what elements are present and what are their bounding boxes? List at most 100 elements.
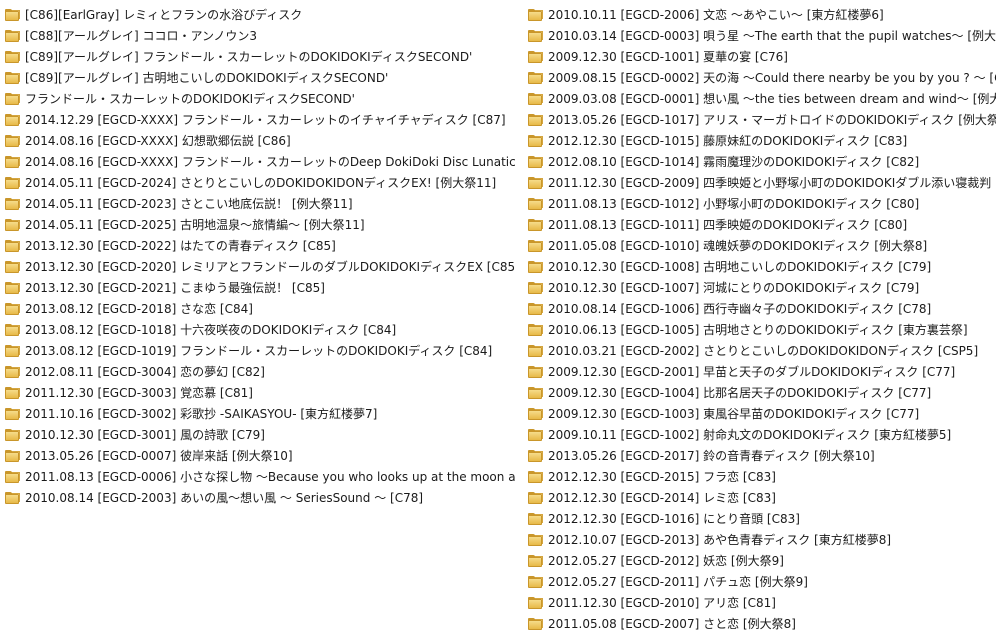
folder-name: 2013.12.30 [EGCD-2022] はたての青春ディスク [C85] [25,239,336,253]
folder-item[interactable]: 2011.12.30 [EGCD-2009] 四季映姫と小野塚小町のDOKIDO… [528,172,996,193]
folder-item[interactable]: 2012.05.27 [EGCD-2012] 妖恋 [例大祭9] [528,550,996,571]
folder-item[interactable]: 2010.08.14 [EGCD-2003] あいの風～想い風 ～ Series… [5,487,515,508]
folder-item[interactable]: 2014.05.11 [EGCD-2023] さとこい地底伝説！ [例大祭11] [5,193,515,214]
folder-icon [528,491,544,504]
folder-item[interactable]: 2010.06.13 [EGCD-1005] 古明地さとりのDOKIDOKIディ… [528,319,996,340]
folder-name: 2010.12.30 [EGCD-1008] 古明地こいしのDOKIDOKIディ… [548,260,932,274]
folder-name: 2010.12.30 [EGCD-3001] 風の詩歌 [C79] [25,428,265,442]
folder-item[interactable]: 2013.12.30 [EGCD-2020] レミリアとフランドールのダブルDO… [5,256,515,277]
folder-item[interactable]: フランドール・スカーレットのDOKIDOKIディスクSECOND' [5,88,515,109]
folder-name: 2009.10.11 [EGCD-1002] 射命丸文のDOKIDOKIディスク… [548,428,952,442]
folder-icon [528,470,544,483]
folder-name: 2012.08.11 [EGCD-3004] 恋の夢幻 [C82] [25,365,265,379]
folder-icon [5,491,21,504]
folder-item[interactable]: 2011.05.08 [EGCD-2007] さと恋 [例大祭8] [528,613,996,634]
folder-name: 2012.05.27 [EGCD-2011] パチュ恋 [例大祭9] [548,575,808,589]
folder-item[interactable]: 2010.12.30 [EGCD-1008] 古明地こいしのDOKIDOKIディ… [528,256,996,277]
folder-icon [5,365,21,378]
folder-item[interactable]: 2009.03.08 [EGCD-0001] 想い風 ～the ties bet… [528,88,996,109]
folder-item[interactable]: 2013.05.26 [EGCD-0007] 彼岸来話 [例大祭10] [5,445,515,466]
folder-name: 2009.12.30 [EGCD-2001] 早苗と天子のダブルDOKIDOKI… [548,365,956,379]
folder-item[interactable]: 2011.05.08 [EGCD-1010] 魂魄妖夢のDOKIDOKIディスク… [528,235,996,256]
folder-name: 2009.08.15 [EGCD-0002] 天の海 ～Could there … [548,71,996,85]
folder-item[interactable]: [C89][アールグレイ] フランドール・スカーレットのDOKIDOKIディスク… [5,46,515,67]
folder-item[interactable]: 2013.08.12 [EGCD-1018] 十六夜咲夜のDOKIDOKIディス… [5,319,515,340]
folder-name: 2011.10.16 [EGCD-3002] 彩歌抄 -SAIKASYOU- [… [25,407,378,421]
folder-name: 2010.08.14 [EGCD-2003] あいの風～想い風 ～ Series… [25,491,424,505]
folder-name: 2014.08.16 [EGCD-XXXX] 幻想歌郷伝説 [C86] [25,134,291,148]
folder-item[interactable]: 2009.08.15 [EGCD-0002] 天の海 ～Could there … [528,67,996,88]
folder-icon [5,428,21,441]
folder-icon [5,71,21,84]
folder-name: 2014.08.16 [EGCD-XXXX] フランドール・スカーレットのDee… [25,155,515,169]
folder-item[interactable]: 2014.08.16 [EGCD-XXXX] フランドール・スカーレットのDee… [5,151,515,172]
folder-name: フランドール・スカーレットのDOKIDOKIディスクSECOND' [25,92,355,106]
folder-item[interactable]: 2012.12.30 [EGCD-2014] レミ恋 [C83] [528,487,996,508]
folder-icon [5,218,21,231]
folder-item[interactable]: 2012.08.10 [EGCD-1014] 霧雨魔理沙のDOKIDOKIディス… [528,151,996,172]
folder-item[interactable]: 2011.08.13 [EGCD-0006] 小さな探し物 ～Because y… [5,466,515,487]
folder-icon [5,113,21,126]
folder-icon [528,575,544,588]
folder-name: 2013.12.30 [EGCD-2021] こまゆう最強伝説！ [C85] [25,281,325,295]
folder-item[interactable]: 2010.12.30 [EGCD-1007] 河城にとりのDOKIDOKIディス… [528,277,996,298]
folder-icon [528,512,544,525]
folder-item[interactable]: 2009.10.11 [EGCD-1002] 射命丸文のDOKIDOKIディスク… [528,424,996,445]
folder-item[interactable]: 2012.12.30 [EGCD-1015] 藤原妹紅のDOKIDOKIディスク… [528,130,996,151]
folder-item[interactable]: [C89][アールグレイ] 古明地こいしのDOKIDOKIディスクSECOND' [5,67,515,88]
folder-item[interactable]: 2013.05.26 [EGCD-2017] 鈴の音青春ディスク [例大祭10] [528,445,996,466]
folder-item[interactable]: 2009.12.30 [EGCD-1003] 東風谷早苗のDOKIDOKIディス… [528,403,996,424]
folder-item[interactable]: 2013.08.12 [EGCD-2018] さな恋 [C84] [5,298,515,319]
folder-item[interactable]: 2012.12.30 [EGCD-2015] フラ恋 [C83] [528,466,996,487]
folder-icon [528,617,544,630]
folder-item[interactable]: 2011.08.13 [EGCD-1011] 四季映姫のDOKIDOKIディスク… [528,214,996,235]
folder-item[interactable]: 2010.08.14 [EGCD-1006] 西行寺幽々子のDOKIDOKIディ… [528,298,996,319]
folder-name: 2013.05.26 [EGCD-1017] アリス・マーガトロイドのDOKID… [548,113,996,127]
folder-item[interactable]: 2012.12.30 [EGCD-1016] にとり音頭 [C83] [528,508,996,529]
folder-name: 2011.05.08 [EGCD-1010] 魂魄妖夢のDOKIDOKIディスク… [548,239,928,253]
folder-item[interactable]: 2010.12.30 [EGCD-3001] 風の詩歌 [C79] [5,424,515,445]
folder-item[interactable]: 2011.12.30 [EGCD-3003] 覚恋慕 [C81] [5,382,515,403]
folder-name: 2012.05.27 [EGCD-2012] 妖恋 [例大祭9] [548,554,784,568]
folder-item[interactable]: [C88][アールグレイ] ココロ・アンノウン3 [5,25,515,46]
folder-item[interactable]: 2013.05.26 [EGCD-1017] アリス・マーガトロイドのDOKID… [528,109,996,130]
folder-icon [528,449,544,462]
folder-icon [5,470,21,483]
folder-item[interactable]: 2012.10.07 [EGCD-2013] あや色青春ディスク [東方紅楼夢8… [528,529,996,550]
folder-icon [5,8,21,21]
folder-name: 2013.08.12 [EGCD-1019] フランドール・スカーレットのDOK… [25,344,493,358]
folder-item[interactable]: 2014.05.11 [EGCD-2025] 古明地温泉～旅情編～ [例大祭11… [5,214,515,235]
folder-item[interactable]: 2012.08.11 [EGCD-3004] 恋の夢幻 [C82] [5,361,515,382]
folder-icon [5,449,21,462]
folder-item[interactable]: 2014.08.16 [EGCD-XXXX] 幻想歌郷伝説 [C86] [5,130,515,151]
folder-item[interactable]: [C86][EarlGray] レミィとフランの水浴びディスク [5,4,515,25]
folder-name: 2011.12.30 [EGCD-3003] 覚恋慕 [C81] [25,386,253,400]
folder-item[interactable]: 2009.12.30 [EGCD-1001] 夏華の宴 [C76] [528,46,996,67]
folder-name: 2011.12.30 [EGCD-2009] 四季映姫と小野塚小町のDOKIDO… [548,176,996,190]
folder-item[interactable]: 2011.10.16 [EGCD-3002] 彩歌抄 -SAIKASYOU- [… [5,403,515,424]
folder-icon [528,71,544,84]
folder-item[interactable]: 2014.05.11 [EGCD-2024] さとりとこいしのDOKIDOKID… [5,172,515,193]
folder-name: 2010.12.30 [EGCD-1007] 河城にとりのDOKIDOKIディス… [548,281,920,295]
folder-item[interactable]: 2013.08.12 [EGCD-1019] フランドール・スカーレットのDOK… [5,340,515,361]
folder-item[interactable]: 2010.10.11 [EGCD-2006] 文恋 ～あやこい～ [東方紅楼夢6… [528,4,996,25]
folder-item[interactable]: 2013.12.30 [EGCD-2022] はたての青春ディスク [C85] [5,235,515,256]
folder-list-view: [C86][EarlGray] レミィとフランの水浴びディスク [C88][アール… [0,0,1000,639]
folder-icon [5,407,21,420]
folder-item[interactable]: 2009.12.30 [EGCD-2001] 早苗と天子のダブルDOKIDOKI… [528,361,996,382]
folder-name: 2010.03.21 [EGCD-2002] さとりとこいしのDOKIDOKID… [548,344,979,358]
folder-column-right: 2010.10.11 [EGCD-2006] 文恋 ～あやこい～ [東方紅楼夢6… [528,4,996,634]
folder-item[interactable]: 2010.03.21 [EGCD-2002] さとりとこいしのDOKIDOKID… [528,340,996,361]
folder-item[interactable]: 2012.05.27 [EGCD-2011] パチュ恋 [例大祭9] [528,571,996,592]
folder-icon [528,596,544,609]
folder-name: 2010.06.13 [EGCD-1005] 古明地さとりのDOKIDOKIディ… [548,323,968,337]
folder-item[interactable]: 2011.12.30 [EGCD-2010] アリ恋 [C81] [528,592,996,613]
folder-item[interactable]: 2011.08.13 [EGCD-1012] 小野塚小町のDOKIDOKIディス… [528,193,996,214]
folder-item[interactable]: 2013.12.30 [EGCD-2021] こまゆう最強伝説！ [C85] [5,277,515,298]
folder-item[interactable]: 2010.03.14 [EGCD-0003] 唄う星 ～The earth th… [528,25,996,46]
folder-item[interactable]: 2014.12.29 [EGCD-XXXX] フランドール・スカーレットのイチャ… [5,109,515,130]
folder-name: [C89][アールグレイ] 古明地こいしのDOKIDOKIディスクSECOND' [25,71,389,85]
folder-name: 2014.05.11 [EGCD-2023] さとこい地底伝説！ [例大祭11] [25,197,353,211]
folder-item[interactable]: 2009.12.30 [EGCD-1004] 比那名居天子のDOKIDOKIディ… [528,382,996,403]
folder-icon [528,176,544,189]
